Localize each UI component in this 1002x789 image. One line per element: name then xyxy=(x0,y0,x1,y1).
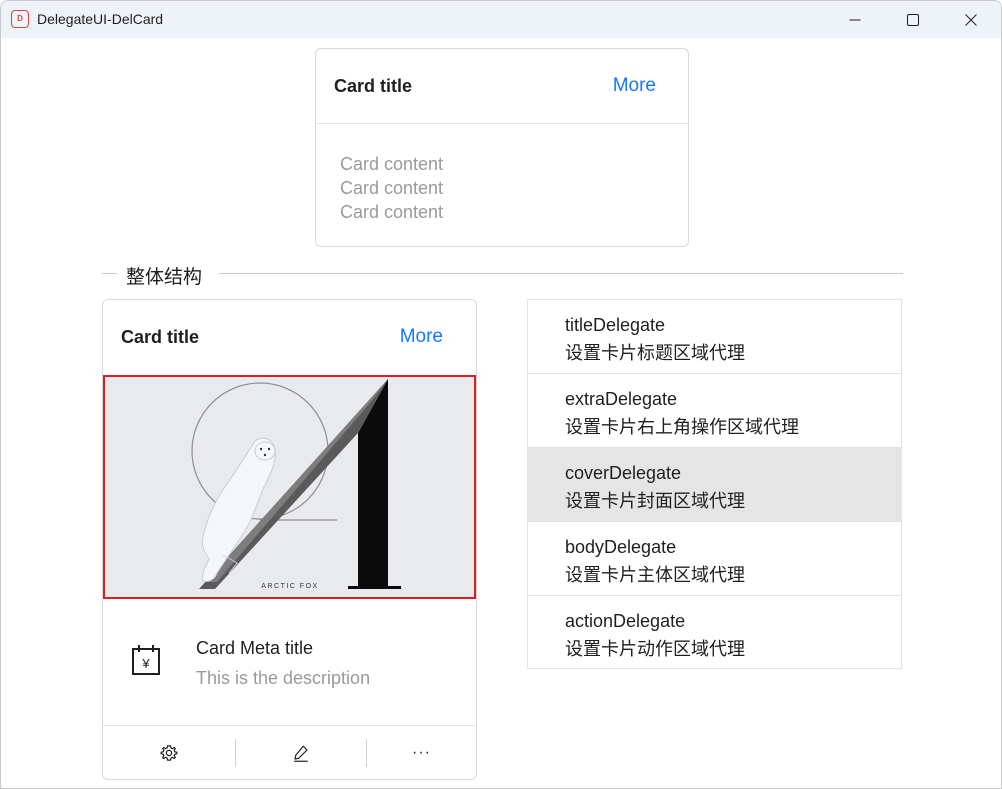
delegate-description: 设置卡片动作区域代理 xyxy=(565,639,745,659)
card-content-line: Card content xyxy=(340,154,444,174)
app-logo-icon: D xyxy=(11,10,29,28)
card-title: Card title xyxy=(334,76,413,96)
structure-card: Card title More ARCTIC FOX ¥ Card Meta t… xyxy=(102,299,477,780)
close-button[interactable] xyxy=(942,1,1000,38)
simple-card: Card title More Card content Card conten… xyxy=(315,48,689,247)
card-header: Card title More xyxy=(316,49,688,124)
card-actions: ··· xyxy=(103,725,476,780)
edit-icon xyxy=(294,745,308,762)
settings-action-button[interactable] xyxy=(103,726,235,780)
window-title: DelegateUI-DelCard xyxy=(37,11,164,27)
arctic-fox-illustration: ARCTIC FOX xyxy=(105,377,474,597)
list-item-title-delegate[interactable]: titleDelegate 设置卡片标题区域代理 xyxy=(528,300,901,374)
edit-action-button[interactable] xyxy=(236,726,366,780)
minimize-button[interactable] xyxy=(826,1,884,38)
section-divider-title: 整体结构 xyxy=(126,267,203,288)
maximize-icon xyxy=(907,13,919,26)
delegate-name: bodyDelegate xyxy=(565,537,677,557)
card-more-link[interactable]: More xyxy=(613,75,656,97)
divider-line-left xyxy=(102,273,117,274)
maximize-button[interactable] xyxy=(884,1,942,38)
delegate-name: extraDelegate xyxy=(565,389,678,409)
card-body: Card content Card content Card content xyxy=(340,152,443,224)
delegate-description: 设置卡片右上角操作区域代理 xyxy=(565,417,799,437)
card-content-line: Card content xyxy=(340,178,444,198)
card-title: Card title xyxy=(121,327,200,347)
list-item-action-delegate[interactable]: actionDelegate 设置卡片动作区域代理 xyxy=(528,596,901,670)
delegate-description: 设置卡片主体区域代理 xyxy=(565,565,745,585)
calendar-yen-icon: ¥ xyxy=(132,645,160,675)
app-window: D DelegateUI-DelCard Card title More Car… xyxy=(0,0,1002,789)
card-cover-image: ARCTIC FOX xyxy=(103,375,476,599)
more-action-button[interactable]: ··· xyxy=(367,726,476,780)
close-icon xyxy=(965,13,977,26)
list-item-cover-delegate[interactable]: coverDelegate 设置卡片封面区域代理 xyxy=(528,448,901,522)
ellipsis-icon: ··· xyxy=(412,744,431,761)
delegate-name: titleDelegate xyxy=(565,315,666,335)
gear-icon xyxy=(160,745,178,761)
delegate-list: titleDelegate 设置卡片标题区域代理 extraDelegate 设… xyxy=(527,299,902,669)
yen-glyph: ¥ xyxy=(141,656,150,671)
list-item-extra-delegate[interactable]: extraDelegate 设置卡片右上角操作区域代理 xyxy=(528,374,901,448)
card-header: Card title More xyxy=(103,300,476,376)
delegate-description: 设置卡片封面区域代理 xyxy=(565,491,745,511)
title-bar[interactable]: D DelegateUI-DelCard xyxy=(1,1,1001,38)
divider-line-right xyxy=(219,273,903,274)
delegate-description: 设置卡片标题区域代理 xyxy=(565,343,745,363)
minimize-icon xyxy=(849,19,861,20)
delegate-name: coverDelegate xyxy=(565,463,682,483)
card-meta-title: Card Meta title xyxy=(196,638,314,658)
cover-caption: ARCTIC FOX xyxy=(261,583,318,590)
card-more-link[interactable]: More xyxy=(400,326,443,348)
delegate-name: actionDelegate xyxy=(565,611,686,631)
card-content-line: Card content xyxy=(340,202,444,222)
card-meta-description: This is the description xyxy=(196,668,371,688)
list-item-body-delegate[interactable]: bodyDelegate 设置卡片主体区域代理 xyxy=(528,522,901,596)
